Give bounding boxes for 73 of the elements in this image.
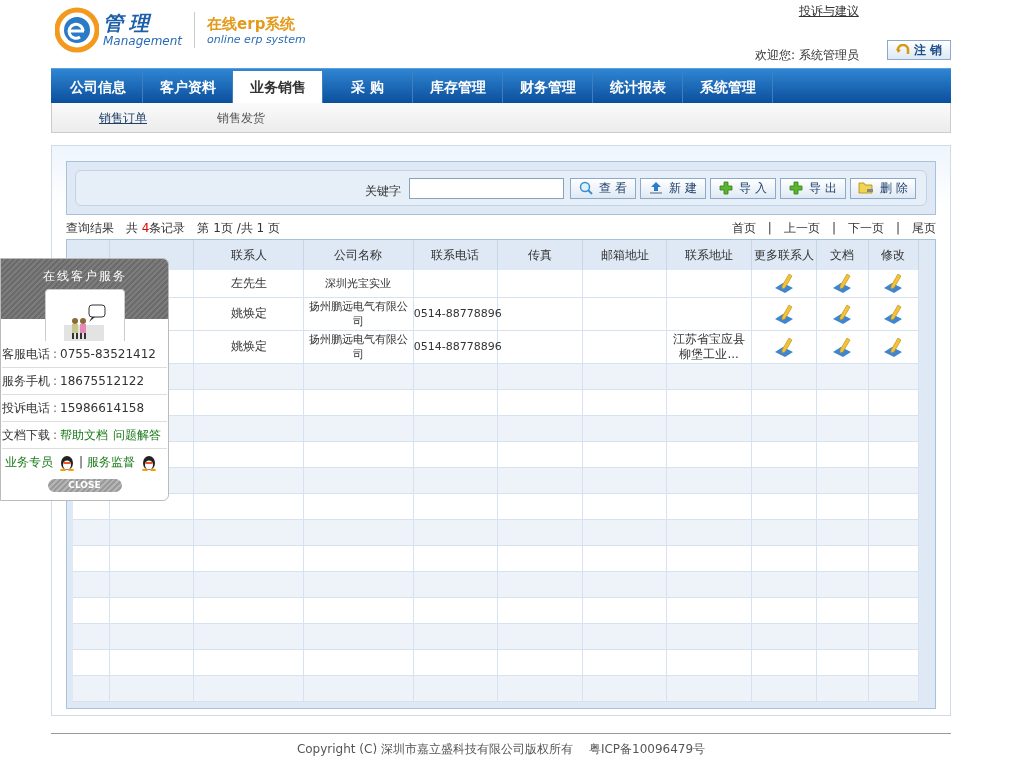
plus-icon [789,181,804,195]
subnav-link[interactable]: 销售订单 [99,108,147,127]
logo-mark: 管理 [103,12,156,34]
table-cell: 姚焕定 [230,306,267,321]
feedback-link[interactable]: 投诉与建议 [798,2,859,20]
table-cell: 姚焕定 [230,339,267,354]
column-header: 公司名称 [303,240,414,270]
service-label: 服务手机 [2,373,50,390]
service-label: 投诉电话 [2,400,50,417]
logo-e-icon [55,6,99,54]
toolbar-button[interactable]: 导 入 [710,177,776,199]
undo-arrow-icon [895,44,910,56]
pager-link[interactable]: 尾页 [912,219,936,237]
table-cell: 左先生 [230,275,267,291]
keyword-field[interactable] [409,177,564,199]
logo-brand: Management [103,34,183,48]
column-header: 修改 [868,240,919,270]
welcome-text: 欢迎您: 系统管理员 [754,47,859,64]
search-icon [579,181,594,195]
popup-title: 在线客户服务 [42,268,127,285]
logout-button[interactable]: 注 销 [886,40,951,60]
pager-link[interactable]: 下一页 [847,219,884,237]
pager-separator: | [767,220,772,237]
table-cell-text: 扬州鹏远电气有限公司 [307,298,409,329]
service-label: 客服电话 [2,346,50,363]
toolbar-button[interactable]: 查 看 [570,177,636,199]
column-header: 邮箱地址 [582,240,667,270]
table-cell: 0514-88778896 [413,306,502,321]
toolbar-button[interactable]: 导 出 [780,177,846,199]
table-cell-text: 江苏省宝应县柳堡工业... [672,331,747,362]
column-header: 联系地址 [666,240,752,270]
icp-text: 粤ICP备10096479号 [588,741,706,758]
pager-separator: | [831,220,836,237]
doc-link[interactable]: 问题解答 [113,426,162,444]
pager-separator: | [895,220,900,237]
folder-icon [858,181,875,195]
column-header: 文档 [816,240,869,270]
plus-icon [719,181,734,195]
contact-separator: | [79,454,84,471]
toolbar-button[interactable]: 新 建 [640,177,706,199]
service-label: 文档下载 [2,427,50,444]
table-cell-text: 深圳光宝实业 [324,275,393,291]
results-count: 共 4条记录 [126,220,186,237]
column-header: 联系人 [193,240,304,270]
contact-link[interactable]: 业务专员 [5,453,53,471]
results-title: 查询结果 [66,220,114,237]
service-number: 0755-83521412 [60,346,156,363]
label-colon: : [53,373,58,390]
toolbar-button[interactable]: 删 除 [850,177,916,199]
page-info: 第 1页 /共 1 页 [197,220,281,237]
contact-link[interactable]: 服务监督 [87,453,136,471]
column-header: 联系电话 [413,240,498,270]
service-number: 15986614158 [60,400,145,417]
upload-icon [649,181,664,195]
label-colon: : [53,427,58,444]
logo-tagline: online erp system [207,32,306,46]
table-cell: 0514-88778896 [413,339,502,354]
label-colon: : [53,346,58,363]
column-header: 传真 [497,240,583,270]
column-header: 更多联系人 [751,240,817,270]
keyword-label: 关键字 [365,183,401,200]
copyright-text: Copyright (C) 深圳市嘉立盛科技有限公司版权所有 [296,741,573,758]
label-colon: : [53,400,58,417]
doc-link[interactable]: 帮助文档 [60,426,109,444]
pager-link[interactable]: 首页 [731,219,756,237]
nav-tab[interactable]: 业务销售 [233,71,323,103]
penguin-icon[interactable] [59,453,75,471]
subnav-link[interactable]: 销售发货 [217,108,265,127]
table-cell-text: 扬州鹏远电气有限公司 [307,331,409,362]
logo-product: 在线erp系统 [207,14,297,33]
service-number: 18675512122 [60,373,145,390]
penguin-icon[interactable] [141,453,158,471]
pager-link[interactable]: 上一页 [783,219,820,237]
